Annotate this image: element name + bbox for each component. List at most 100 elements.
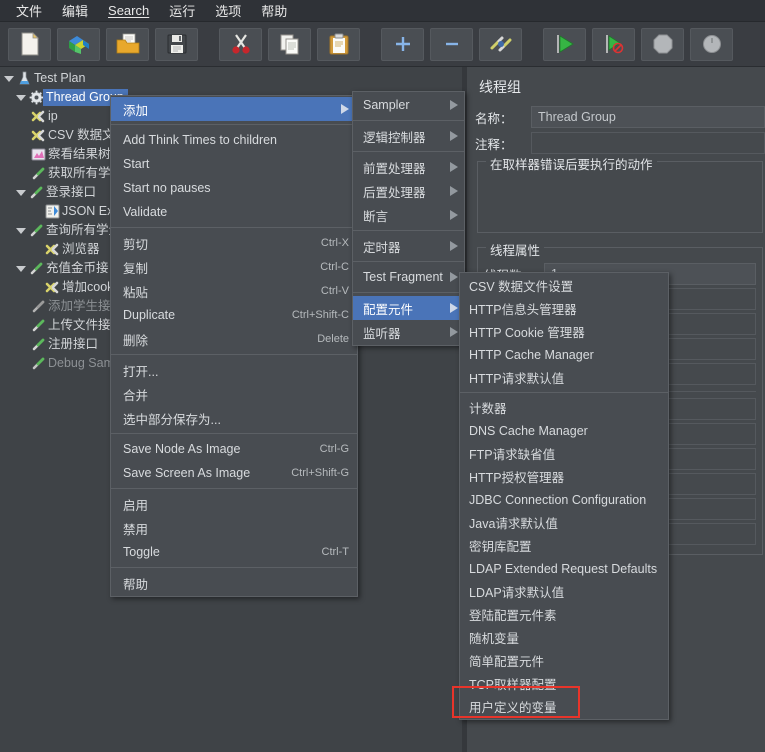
menubar-item-file[interactable]: 文件 <box>6 0 52 22</box>
config-submenu-item-jdbc-connection-configuration[interactable]: JDBC Connection Configuration <box>460 488 668 511</box>
context-menu-item-delete[interactable]: 删除 Delete <box>111 327 357 351</box>
tree-node-test-plan[interactable]: Test Plan <box>0 69 462 88</box>
config-submenu-item-http-cache-manager[interactable]: HTTP Cache Manager <box>460 343 668 366</box>
menubar-item-search[interactable]: Search <box>98 1 159 20</box>
sampler-icon <box>29 316 48 335</box>
config-submenu-item-ftp-request-defaults[interactable]: FTP请求缺省值 <box>460 442 668 465</box>
context-menu-item-start[interactable]: Start <box>111 152 357 176</box>
context-menu-item-toggle[interactable]: Toggle Ctrl-T <box>111 540 357 564</box>
config-submenu-item-tcp-sampler-config[interactable]: TCP取样器配置 <box>460 672 668 695</box>
toolbar-separator-2 <box>366 44 375 45</box>
config-submenu-item-ldap-extended-request-defaults[interactable]: LDAP Extended Request Defaults <box>460 557 668 580</box>
context-menu-item-save-screen-as-image[interactable]: Save Screen As Image Ctrl+Shift-G <box>111 461 357 485</box>
config-submenu-item-random-variable[interactable]: 随机变量 <box>460 626 668 649</box>
name-input[interactable]: Thread Group <box>531 106 765 128</box>
context-menu-item-paste[interactable]: 粘贴 Ctrl-V <box>111 279 357 303</box>
menubar-item-edit[interactable]: 编辑 <box>52 0 98 22</box>
chevron-right-icon <box>450 100 458 110</box>
menu-item-label: 合并 <box>123 388 149 403</box>
tree-toggle-icon[interactable] <box>14 88 27 107</box>
context-menu-item-save-selection-as[interactable]: 选中部分保存为... <box>111 406 357 430</box>
cut-icon[interactable] <box>219 27 262 61</box>
menu-separator <box>111 567 357 568</box>
collapse-icon[interactable] <box>430 27 473 61</box>
add-submenu-item-assertion[interactable]: 断言 <box>353 203 464 227</box>
paste-icon[interactable] <box>317 27 360 61</box>
add-submenu[interactable]: Sampler 逻辑控制器 前置处理器 后置处理器 断言 定时器 Test Fr… <box>352 91 465 346</box>
tree-node-label: 登录接口 <box>46 185 97 199</box>
context-menu-item-help[interactable]: 帮助 <box>111 571 357 595</box>
tree-context-menu[interactable]: 添加 Add Think Times to children Start Sta… <box>110 95 358 597</box>
stop-icon[interactable] <box>641 27 684 61</box>
save-icon[interactable] <box>155 27 198 61</box>
start-icon[interactable] <box>543 27 586 61</box>
add-submenu-item-post-processor[interactable]: 后置处理器 <box>353 179 464 203</box>
menubar-item-options[interactable]: 选项 <box>205 0 251 22</box>
menu-item-label: 简单配置元件 <box>469 655 545 669</box>
listener-icon <box>29 145 48 164</box>
add-submenu-item-listener[interactable]: 监听器 <box>353 320 464 344</box>
menubar-item-help[interactable]: 帮助 <box>251 0 297 22</box>
context-menu-item-cut[interactable]: 剪切 Ctrl-X <box>111 231 357 255</box>
open-icon[interactable] <box>106 27 149 61</box>
context-menu-item-start-no-pauses[interactable]: Start no pauses <box>111 176 357 200</box>
menu-item-label: Duplicate <box>123 308 176 322</box>
copy-icon[interactable] <box>268 27 311 61</box>
context-menu-item-disable[interactable]: 禁用 <box>111 516 357 540</box>
config-submenu-item-http-auth-manager[interactable]: HTTP授权管理器 <box>460 465 668 488</box>
config-submenu-item-counter[interactable]: 计数器 <box>460 396 668 419</box>
start-no-pauses-icon[interactable] <box>592 27 635 61</box>
context-menu-item-merge[interactable]: 合并 <box>111 382 357 406</box>
context-menu-item-enable[interactable]: 启用 <box>111 492 357 516</box>
shutdown-icon[interactable] <box>690 27 733 61</box>
menu-separator <box>353 151 464 152</box>
chevron-right-icon <box>450 210 458 220</box>
add-submenu-item-pre-processor[interactable]: 前置处理器 <box>353 155 464 179</box>
menu-item-label: LDAP Extended Request Defaults <box>469 561 658 576</box>
context-menu-item-open[interactable]: 打开... <box>111 358 357 382</box>
config-submenu-item-http-header-manager[interactable]: HTTP信息头管理器 <box>460 297 668 320</box>
context-menu-item-add[interactable]: 添加 <box>111 97 357 121</box>
toggle-icon[interactable] <box>479 27 522 61</box>
templates-icon[interactable] <box>57 27 100 61</box>
context-menu-item-save-node-as-image[interactable]: Save Node As Image Ctrl-G <box>111 437 357 461</box>
add-submenu-item-sampler[interactable]: Sampler <box>353 93 464 117</box>
context-menu-item-duplicate[interactable]: Duplicate Ctrl+Shift-C <box>111 303 357 327</box>
config-submenu-item-csv-data-set[interactable]: CSV 数据文件设置 <box>460 274 668 297</box>
add-submenu-item-timer[interactable]: 定时器 <box>353 234 464 258</box>
add-submenu-item-test-fragment[interactable]: Test Fragment <box>353 265 464 289</box>
config-submenu-item-user-defined-variables[interactable]: 用户定义的变量 <box>460 695 668 718</box>
tree-toggle-icon[interactable] <box>14 183 27 202</box>
tree-toggle-icon[interactable] <box>2 69 15 88</box>
context-menu-item-add-think-times[interactable]: Add Think Times to children <box>111 128 357 152</box>
config-submenu-item-login-config-element[interactable]: 登陆配置元件素 <box>460 603 668 626</box>
menu-item-label: 用户定义的变量 <box>469 701 557 715</box>
config-submenu-item-java-request-defaults[interactable]: Java请求默认值 <box>460 511 668 534</box>
tree-toggle-icon[interactable] <box>14 259 27 278</box>
add-submenu-item-config-element[interactable]: 配置元件 <box>353 296 464 320</box>
menu-item-label: FTP请求缺省值 <box>469 448 556 462</box>
menu-item-accelerator: Ctrl-C <box>320 261 349 273</box>
config-element-icon <box>29 126 48 145</box>
expand-icon[interactable] <box>381 27 424 61</box>
context-menu-item-validate[interactable]: Validate <box>111 200 357 224</box>
new-icon[interactable] <box>8 27 51 61</box>
sampler-icon <box>27 259 46 278</box>
menubar-item-run[interactable]: 运行 <box>159 0 205 22</box>
config-submenu-item-dns-cache-manager[interactable]: DNS Cache Manager <box>460 419 668 442</box>
add-submenu-item-logic-controller[interactable]: 逻辑控制器 <box>353 124 464 148</box>
config-element-submenu[interactable]: CSV 数据文件设置 HTTP信息头管理器 HTTP Cookie 管理器 HT… <box>459 272 669 720</box>
error-action-legend: 在取样器错误后要执行的动作 <box>486 154 657 173</box>
menu-separator <box>111 488 357 489</box>
context-menu-item-copy[interactable]: 复制 Ctrl-C <box>111 255 357 279</box>
config-submenu-item-http-cookie-manager[interactable]: HTTP Cookie 管理器 <box>460 320 668 343</box>
config-submenu-item-keystore-configuration[interactable]: 密钥库配置 <box>460 534 668 557</box>
error-action-options[interactable] <box>484 174 756 226</box>
config-submenu-item-http-request-defaults[interactable]: HTTP请求默认值 <box>460 366 668 389</box>
config-submenu-item-simple-config-element[interactable]: 简单配置元件 <box>460 649 668 672</box>
comment-input[interactable] <box>531 132 765 154</box>
tree-toggle-icon[interactable] <box>14 221 27 240</box>
menu-separator <box>353 292 464 293</box>
menu-bar: 文件 编辑 Search 运行 选项 帮助 <box>0 0 765 22</box>
config-submenu-item-ldap-request-defaults[interactable]: LDAP请求默认值 <box>460 580 668 603</box>
